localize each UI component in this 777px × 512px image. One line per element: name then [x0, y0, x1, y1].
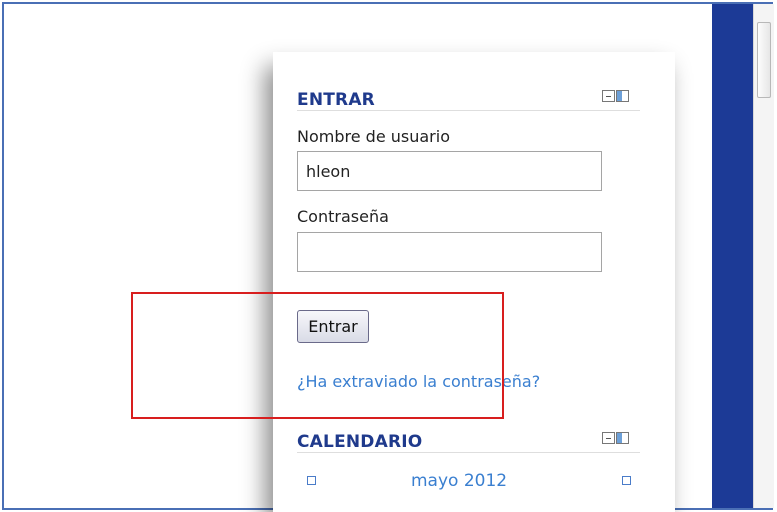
calendar-block-controls — [602, 431, 638, 445]
dock-icon[interactable] — [616, 432, 629, 444]
calendar-block-header: CALENDARIO — [297, 426, 640, 453]
password-input[interactable] — [297, 232, 602, 272]
prev-month-icon[interactable] — [307, 476, 316, 485]
scrollbar-thumb[interactable] — [757, 22, 771, 98]
login-submit-button[interactable]: Entrar — [297, 310, 369, 343]
login-block-title: ENTRAR — [297, 90, 375, 110]
dock-icon[interactable] — [616, 90, 629, 102]
minimize-icon[interactable] — [602, 432, 615, 444]
next-month-icon[interactable] — [622, 476, 631, 485]
username-label: Nombre de usuario — [297, 127, 450, 146]
forgot-password-link[interactable]: ¿Ha extraviado la contraseña? — [297, 372, 540, 391]
vertical-scrollbar[interactable] — [753, 4, 774, 508]
login-block-controls — [602, 89, 638, 103]
side-blue-bar — [712, 4, 753, 508]
calendar-month-label[interactable]: mayo 2012 — [411, 471, 507, 491]
calendar-block-title: CALENDARIO — [297, 432, 423, 452]
minimize-icon[interactable] — [602, 90, 615, 102]
username-input[interactable] — [297, 151, 602, 191]
login-block-header: ENTRAR — [297, 84, 640, 111]
password-label: Contraseña — [297, 207, 389, 226]
sidebar-panel: ENTRAR Nombre de usuario Contraseña Entr… — [273, 52, 675, 512]
